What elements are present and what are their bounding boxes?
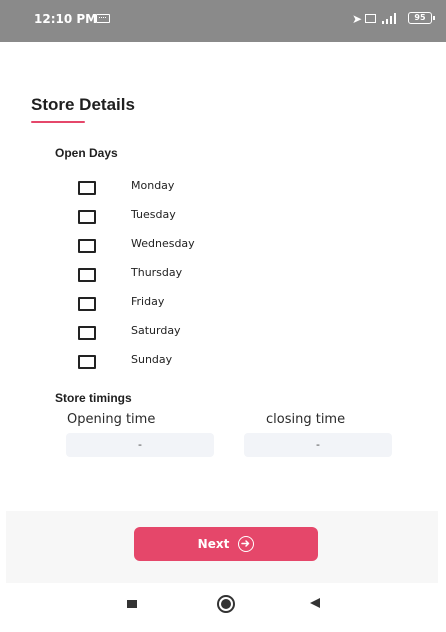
day-label: Thursday bbox=[131, 266, 183, 279]
checkbox[interactable] bbox=[78, 239, 96, 253]
day-label: Saturday bbox=[131, 324, 181, 337]
arrow-right-circle-icon bbox=[238, 536, 255, 552]
recent-apps-icon[interactable] bbox=[127, 600, 137, 608]
day-label: Tuesday bbox=[131, 208, 176, 221]
volume-icon bbox=[365, 14, 376, 23]
checkbox[interactable] bbox=[78, 355, 96, 369]
status-bar: 12:10 PM ➤ 95 bbox=[0, 0, 446, 42]
next-button-label: Next bbox=[197, 537, 230, 551]
navigation-icon: ➤ bbox=[351, 12, 362, 26]
message-icon bbox=[96, 14, 110, 23]
signal-icon bbox=[380, 12, 402, 24]
home-icon[interactable] bbox=[217, 595, 235, 613]
checkbox[interactable] bbox=[78, 181, 96, 195]
title-underline bbox=[31, 121, 85, 123]
back-icon[interactable] bbox=[310, 598, 320, 608]
checkbox[interactable] bbox=[78, 326, 96, 340]
checkbox[interactable] bbox=[78, 210, 96, 224]
closing-time-field[interactable]: - bbox=[244, 433, 392, 457]
checkbox[interactable] bbox=[78, 297, 96, 311]
day-label: Wednesday bbox=[131, 237, 195, 250]
battery-level: 95 bbox=[414, 13, 426, 22]
open-days-label: Open Days bbox=[55, 146, 118, 160]
battery-icon: 95 bbox=[408, 12, 435, 24]
opening-time-label: Opening time bbox=[67, 412, 156, 427]
closing-time-label: closing time bbox=[266, 412, 346, 427]
day-label: Friday bbox=[131, 295, 165, 308]
next-button[interactable]: Next bbox=[134, 527, 318, 561]
page-title: Store Details bbox=[31, 95, 135, 114]
day-label: Monday bbox=[131, 179, 175, 192]
checkbox[interactable] bbox=[78, 268, 96, 282]
opening-time-field[interactable]: - bbox=[66, 433, 214, 457]
store-timings-label: Store timings bbox=[55, 391, 132, 405]
status-time: 12:10 PM bbox=[34, 12, 98, 26]
day-label: Sunday bbox=[131, 353, 173, 366]
